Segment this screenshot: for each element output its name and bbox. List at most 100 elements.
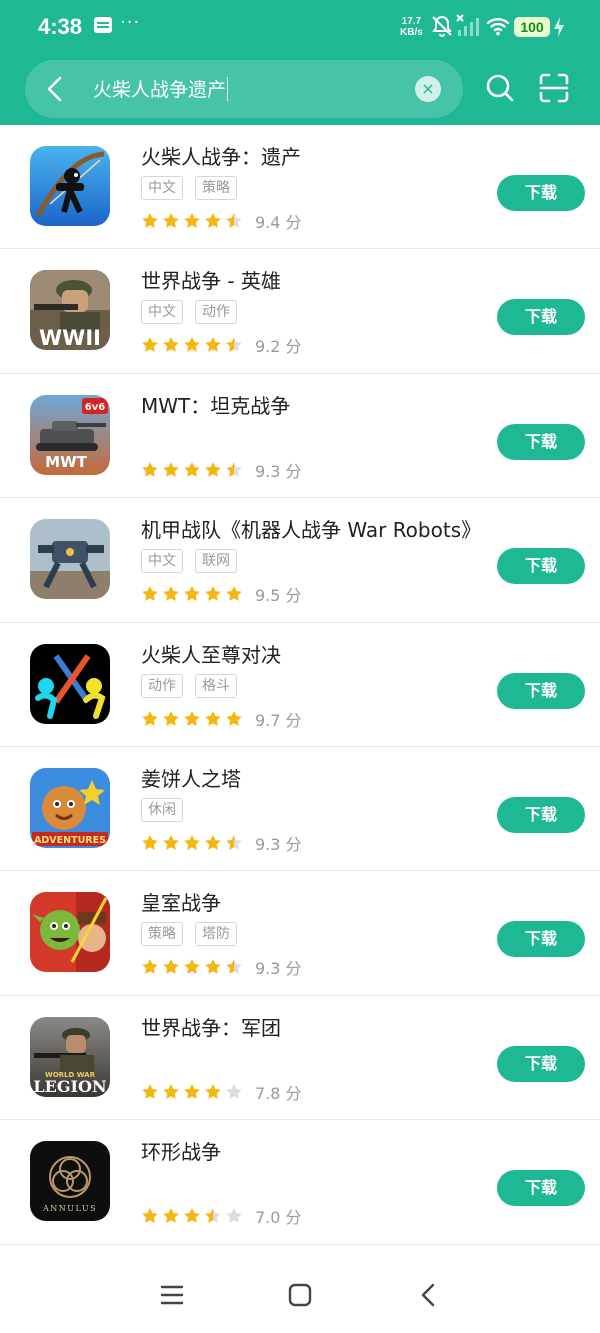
scan-icon[interactable] [538,72,570,104]
world-war-legion-icon[interactable]: WORLD WAR LEGION [30,1016,110,1097]
star-full-icon [184,461,200,477]
tag-list: 中文 动作 [141,300,237,325]
star-full-icon [163,834,179,850]
search-query: 火柴人战争遗产 [93,79,227,101]
star-full-icon [142,1208,158,1224]
back-arrow-icon[interactable] [43,76,67,102]
rating: 9.3 分 [141,458,302,482]
list-item[interactable]: 火柴人至尊对决 动作 格斗 9.7 分 下载 [0,623,600,747]
rating-score: 9.3 分 [255,834,302,854]
download-button[interactable]: 下载 [497,1045,585,1082]
app-name: 火柴人至尊对决 [141,642,281,667]
tag: 动作 [141,673,183,698]
star-rating [141,336,243,354]
star-full-icon [205,710,221,726]
app-name: 环形战争 [141,1140,221,1165]
tag-list: 动作 格斗 [141,673,237,698]
download-button[interactable]: 下载 [497,672,585,709]
annulus-logo: ANNULUS [42,1204,97,1213]
download-button[interactable]: 下载 [497,921,585,958]
rating-score: 9.2 分 [255,337,302,357]
rating-score: 9.4 分 [255,213,302,232]
star-full-icon [226,710,242,726]
gingerbread-cookie-icon[interactable]: ADVENTURES [30,767,110,848]
tag: 动作 [195,300,237,325]
rating: 7.0 分 [141,1204,302,1228]
star-half-icon [226,213,242,228]
tag: 休闲 [141,797,183,822]
tag-list: 休闲 [141,797,183,822]
list-item[interactable]: ANNULUS 环形战争 7.0 分 下载 [0,1120,600,1245]
rating: 9.5 分 [141,582,302,606]
search-input[interactable]: 火柴人战争遗产 [93,75,229,102]
legion-logo: LEGION [33,1077,106,1096]
download-button[interactable]: 下载 [497,423,585,460]
more-notifications-icon: ··· [120,12,141,33]
stickman-archer-icon[interactable] [30,146,110,226]
app-name: MWT：坦克战争 [141,393,291,418]
star-full-icon [142,213,158,228]
star-full-icon [142,461,158,477]
list-item[interactable]: 6v6 MWT MWT：坦克战争 9.3 分 下载 [0,374,600,499]
list-item[interactable]: 皇室战争 策略 塔防 9.3 分 下载 [0,871,600,996]
list-item[interactable]: 机甲战队《机器人战争 War Robots》 中文 联网 9.5 分 下载 [0,498,600,623]
rating: 9.3 分 [141,831,302,855]
goblin-warrior-icon[interactable] [30,892,110,973]
tag: 策略 [195,176,237,200]
star-full-icon [184,1208,200,1224]
star-full-icon [142,586,158,602]
rating-score: 7.0 分 [255,1208,302,1228]
wwii-soldier-icon[interactable]: WWII [30,270,110,351]
star-full-icon [205,337,221,353]
star-full-icon [163,959,179,975]
tank-icon[interactable]: 6v6 MWT [30,394,110,475]
clear-search-icon[interactable]: × [415,76,441,102]
system-nav-bar [0,1255,600,1333]
download-button[interactable]: 下载 [497,175,585,211]
download-button[interactable]: 下载 [497,299,585,336]
star-rating [141,1207,243,1225]
rating-score: 9.7 分 [255,710,302,730]
star-rating [141,710,243,728]
download-button[interactable]: 下载 [497,548,585,585]
network-speed-value: 17.7 [401,16,422,27]
menu-icon[interactable] [159,1282,185,1308]
star-full-icon [205,461,221,477]
star-half-icon [226,461,242,477]
tag-list: 中文 策略 [141,176,237,200]
star-full-icon [163,1083,179,1099]
tag: 格斗 [195,673,237,698]
wifi-icon [486,18,510,36]
stickman-duel-icon[interactable] [30,643,110,724]
tag: 联网 [195,549,237,574]
star-rating [141,958,243,976]
star-full-icon [142,710,158,726]
status-time: 4:38 [38,14,83,39]
app-name: 姜饼人之塔 [141,766,241,791]
list-item[interactable]: ADVENTURES 姜饼人之塔 休闲 9.3 分 下载 [0,747,600,872]
star-full-icon [163,461,179,477]
mech-robot-icon[interactable] [30,519,110,600]
mwt-logo: MWT [45,453,87,471]
star-rating [141,585,243,603]
search-icon[interactable] [484,72,516,104]
annulus-icon[interactable]: ANNULUS [30,1141,110,1222]
star-full-icon [184,959,200,975]
home-icon[interactable] [287,1282,313,1308]
star-empty-icon [226,1208,242,1224]
top-bar: 4:38 ··· 17.7 KB/s 100 火柴人战争遗产 × [0,0,600,125]
list-item[interactable]: WWII 世界战争 - 英雄 中文 动作 9.2 分 下载 [0,249,600,374]
back-icon[interactable] [416,1282,442,1308]
star-full-icon [205,834,221,850]
charging-icon [554,17,564,37]
rating: 9.4 分 [141,209,302,233]
list-item[interactable]: WORLD WAR LEGION 世界战争：军团 7.8 分 下载 [0,996,600,1121]
star-full-icon [205,213,221,228]
star-full-icon [163,213,179,228]
sim-card-icon [94,17,112,33]
search-bar[interactable]: 火柴人战争遗产 × [25,60,463,118]
download-button[interactable]: 下载 [497,796,585,833]
list-item[interactable]: 火柴人战争：遗产 中文 策略 9.4 分 下载 [0,125,600,250]
download-button[interactable]: 下载 [497,1170,585,1207]
tag-list: 中文 联网 [141,549,237,574]
